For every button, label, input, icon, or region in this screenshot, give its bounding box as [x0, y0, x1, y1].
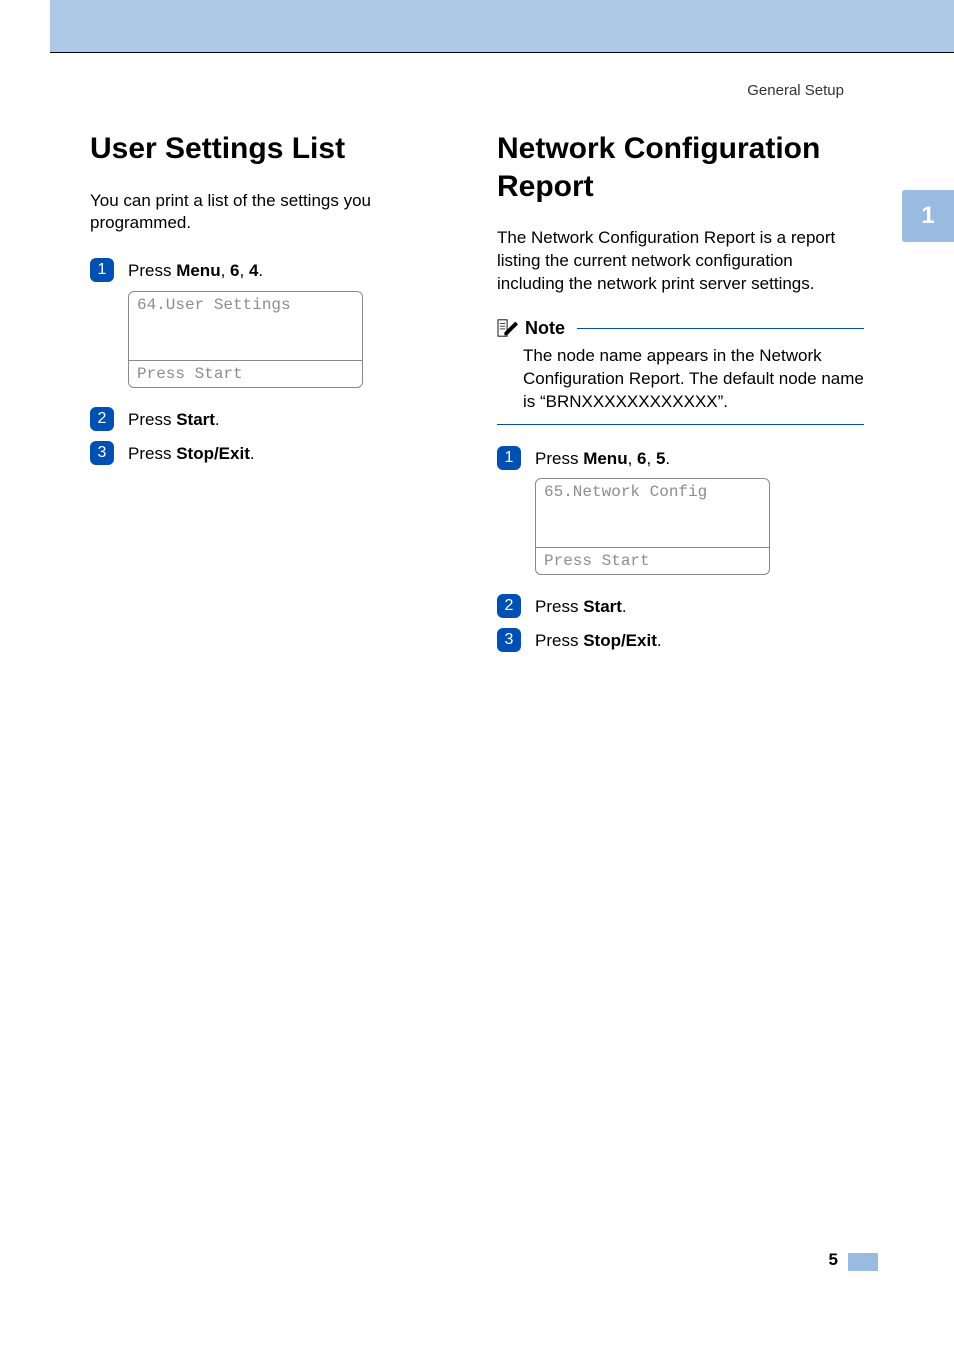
lcd-screen: 65.Network Config Press Start — [535, 478, 770, 575]
page-number: 5 — [829, 1250, 838, 1270]
step-number-icon: 2 — [497, 594, 521, 618]
right-step-2: 2 Press Start. — [497, 593, 864, 619]
step-number-icon: 1 — [90, 258, 114, 282]
lcd-line-1: 65.Network Config — [536, 479, 769, 547]
step-text: Press Start. — [535, 593, 627, 619]
left-heading: User Settings List — [90, 130, 457, 168]
page-number-accent — [848, 1253, 878, 1271]
left-step-3: 3 Press Stop/Exit. — [90, 440, 457, 466]
right-step-3: 3 Press Stop/Exit. — [497, 627, 864, 653]
right-intro: The Network Configuration Report is a re… — [497, 227, 864, 296]
note-block: Note The node name appears in the Networ… — [497, 318, 864, 425]
content-columns: User Settings List You can print a list … — [90, 130, 864, 661]
header-section-label: General Setup — [747, 82, 844, 99]
step-number-icon: 2 — [90, 407, 114, 431]
left-column: User Settings List You can print a list … — [90, 130, 457, 661]
step-text: Press Start. — [128, 406, 220, 432]
note-pencil-icon — [497, 318, 519, 338]
lcd-screen: 64.User Settings Press Start — [128, 291, 363, 388]
left-lcd-display: 64.User Settings Press Start — [128, 291, 457, 388]
right-column: Network Configuration Report The Network… — [497, 130, 864, 661]
left-step-2: 2 Press Start. — [90, 406, 457, 432]
step-text: Press Stop/Exit. — [128, 440, 255, 466]
right-lcd-display: 65.Network Config Press Start — [535, 478, 864, 575]
chapter-tab: 1 — [902, 190, 954, 242]
note-title: Note — [525, 318, 565, 339]
step-number-icon: 3 — [497, 628, 521, 652]
header-rule — [50, 52, 954, 53]
step-number-icon: 3 — [90, 441, 114, 465]
step-text: Press Menu, 6, 5. — [535, 445, 670, 471]
lcd-line-2: Press Start — [536, 548, 769, 574]
note-header: Note — [497, 318, 864, 339]
lcd-line-2: Press Start — [129, 361, 362, 387]
step-text: Press Menu, 6, 4. — [128, 257, 263, 283]
note-body: The node name appears in the Network Con… — [497, 345, 864, 425]
lcd-line-1: 64.User Settings — [129, 292, 362, 360]
step-number-icon: 1 — [497, 446, 521, 470]
top-bar — [50, 0, 954, 52]
left-intro: You can print a list of the settings you… — [90, 190, 457, 236]
step-text: Press Stop/Exit. — [535, 627, 662, 653]
right-heading: Network Configuration Report — [497, 130, 864, 205]
left-step-1: 1 Press Menu, 6, 4. — [90, 257, 457, 283]
right-step-1: 1 Press Menu, 6, 5. — [497, 445, 864, 471]
note-rule-top — [577, 328, 864, 329]
